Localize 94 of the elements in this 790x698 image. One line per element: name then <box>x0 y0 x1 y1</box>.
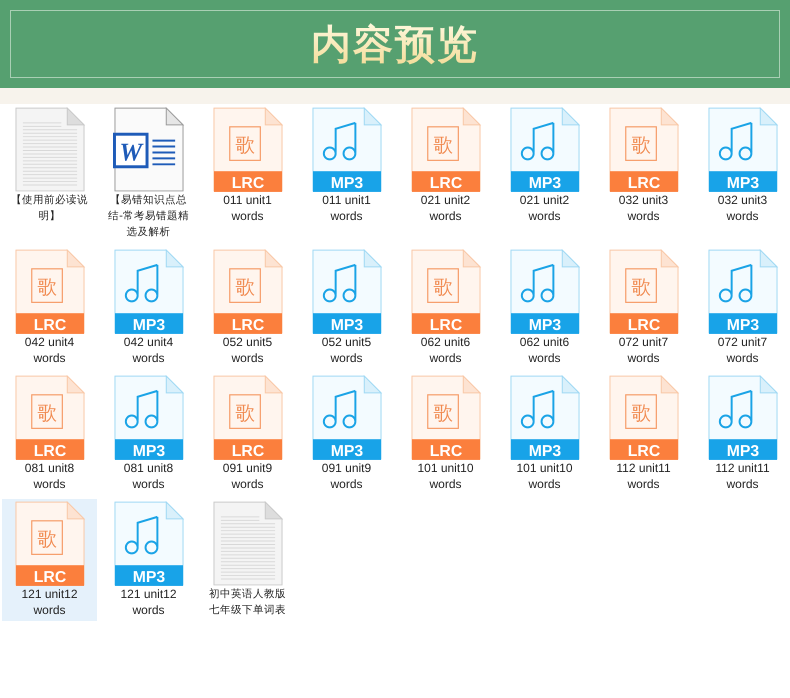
file-type-label: LRC <box>33 442 66 460</box>
lyric-character: 歌 <box>235 275 256 298</box>
file-item[interactable]: 歌 LRC 052 unit5 words <box>200 247 295 369</box>
file-name: 011 unit1 words <box>321 192 372 224</box>
lyric-character: 歌 <box>235 133 256 156</box>
file-name: 062 unit6 words <box>518 334 570 366</box>
file-name: 021 unit2 words <box>518 192 570 224</box>
file-type-label: LRC <box>429 316 462 334</box>
file-type-label: MP3 <box>132 442 165 460</box>
file-type-label: MP3 <box>528 174 561 192</box>
lyric-character: 歌 <box>433 401 454 424</box>
file-type-label: LRC <box>627 442 660 460</box>
file-item[interactable]: 歌 LRC 112 unit11 words <box>596 373 691 495</box>
file-type-label: LRC <box>231 442 264 460</box>
file-item[interactable]: W 【易错知识点总结-常考易错题精选及解析 <box>101 105 196 243</box>
file-item[interactable]: MP3 052 unit5 words <box>299 247 394 369</box>
file-item[interactable]: 歌 LRC 081 unit8 words <box>2 373 97 495</box>
file-item[interactable]: 【使用前必读说明】 <box>2 105 97 243</box>
file-name: 101 unit10 words <box>515 460 574 492</box>
file-item[interactable]: 歌 LRC 042 unit4 words <box>2 247 97 369</box>
file-name: 【易错知识点总结-常考易错题精选及解析 <box>107 193 190 240</box>
file-name: 081 unit8 words <box>122 460 174 492</box>
file-name: 101 unit10 words <box>416 460 475 492</box>
logo-letter: W <box>118 137 142 166</box>
file-item[interactable]: 歌 LRC 091 unit9 words <box>200 373 295 495</box>
file-type-label: MP3 <box>528 316 561 334</box>
file-name: 121 unit12 words <box>119 586 178 618</box>
word-document-icon[interactable]: W <box>112 107 184 192</box>
lyric-character: 歌 <box>37 275 58 298</box>
file-type-label: MP3 <box>132 316 165 334</box>
file-type-label: LRC <box>627 316 660 334</box>
lyric-character: 歌 <box>433 275 454 298</box>
file-type-label: MP3 <box>726 442 759 460</box>
file-item[interactable]: MP3 072 unit7 words <box>695 247 790 369</box>
file-item[interactable]: 初中英语人教版七年级下单词表 <box>200 499 295 621</box>
file-type-label: MP3 <box>726 316 759 334</box>
file-item[interactable]: MP3 121 unit12 words <box>101 499 196 621</box>
file-item[interactable]: 歌 LRC 072 unit7 words <box>596 247 691 369</box>
file-name: 112 unit11 words <box>714 460 771 492</box>
file-name: 042 unit4 words <box>24 334 76 366</box>
file-item[interactable]: MP3 021 unit2 words <box>497 105 592 243</box>
file-name: 032 unit3 words <box>716 192 768 224</box>
file-type-label: MP3 <box>330 442 363 460</box>
file-type-label: LRC <box>231 316 264 334</box>
lyric-character: 歌 <box>235 401 256 424</box>
file-type-label: MP3 <box>726 174 759 192</box>
file-name: 072 unit7 words <box>716 334 768 366</box>
file-type-label: LRC <box>627 174 660 192</box>
file-item[interactable]: 歌 LRC 121 unit12 words <box>2 499 97 621</box>
lyric-character: 歌 <box>37 527 58 550</box>
file-name: 091 unit9 words <box>320 460 372 492</box>
file-item[interactable]: MP3 081 unit8 words <box>101 373 196 495</box>
file-name: 052 unit5 words <box>320 334 372 366</box>
file-name: 062 unit6 words <box>420 334 472 366</box>
file-item[interactable]: MP3 112 unit11 words <box>695 373 790 495</box>
text-file-icon[interactable] <box>14 107 85 192</box>
file-type-label: LRC <box>429 174 462 192</box>
file-type-label: MP3 <box>528 442 561 460</box>
file-item[interactable]: 歌 LRC 021 unit2 words <box>398 105 493 243</box>
file-name: 032 unit3 words <box>618 192 670 224</box>
file-name: 081 unit8 words <box>24 460 76 492</box>
file-name: 021 unit2 words <box>420 192 472 224</box>
file-item[interactable]: MP3 091 unit9 words <box>299 373 394 495</box>
file-item[interactable]: MP3 042 unit4 words <box>101 247 196 369</box>
lyric-character: 歌 <box>433 133 454 156</box>
file-item[interactable]: 歌 LRC 011 unit1 words <box>200 105 295 243</box>
file-name: 072 unit7 words <box>618 334 670 366</box>
file-item[interactable]: 歌 LRC 101 unit10 words <box>398 373 493 495</box>
file-item[interactable]: 歌 LRC 032 unit3 words <box>596 105 691 243</box>
lyric-character: 歌 <box>631 133 652 156</box>
text-file-icon[interactable] <box>212 501 283 586</box>
file-name: 121 unit12 words <box>20 586 79 618</box>
lyric-character: 歌 <box>37 401 58 424</box>
lyric-character: 歌 <box>631 275 652 298</box>
file-type-label: LRC <box>33 568 66 586</box>
file-name: 091 unit9 words <box>222 460 274 492</box>
file-item[interactable]: MP3 101 unit10 words <box>497 373 592 495</box>
file-name: 052 unit5 words <box>222 334 274 366</box>
file-name: 011 unit1 words <box>222 192 273 224</box>
file-item[interactable]: 歌 LRC 062 unit6 words <box>398 247 493 369</box>
file-type-label: LRC <box>33 316 66 334</box>
file-type-label: LRC <box>429 442 462 460</box>
file-name: 112 unit11 words <box>615 460 672 492</box>
lyric-character: 歌 <box>631 401 652 424</box>
file-item[interactable]: MP3 032 unit3 words <box>695 105 790 243</box>
file-item[interactable]: MP3 062 unit6 words <box>497 247 592 369</box>
file-name: 初中英语人教版七年级下单词表 <box>208 587 287 618</box>
file-type-label: MP3 <box>330 174 363 192</box>
file-type-label: LRC <box>231 174 264 192</box>
file-type-label: MP3 <box>132 568 165 586</box>
file-type-label: MP3 <box>330 316 363 334</box>
file-name: 【使用前必读说明】 <box>10 193 89 224</box>
file-name: 042 unit4 words <box>122 334 174 366</box>
file-item[interactable]: MP3 011 unit1 words <box>299 105 394 243</box>
